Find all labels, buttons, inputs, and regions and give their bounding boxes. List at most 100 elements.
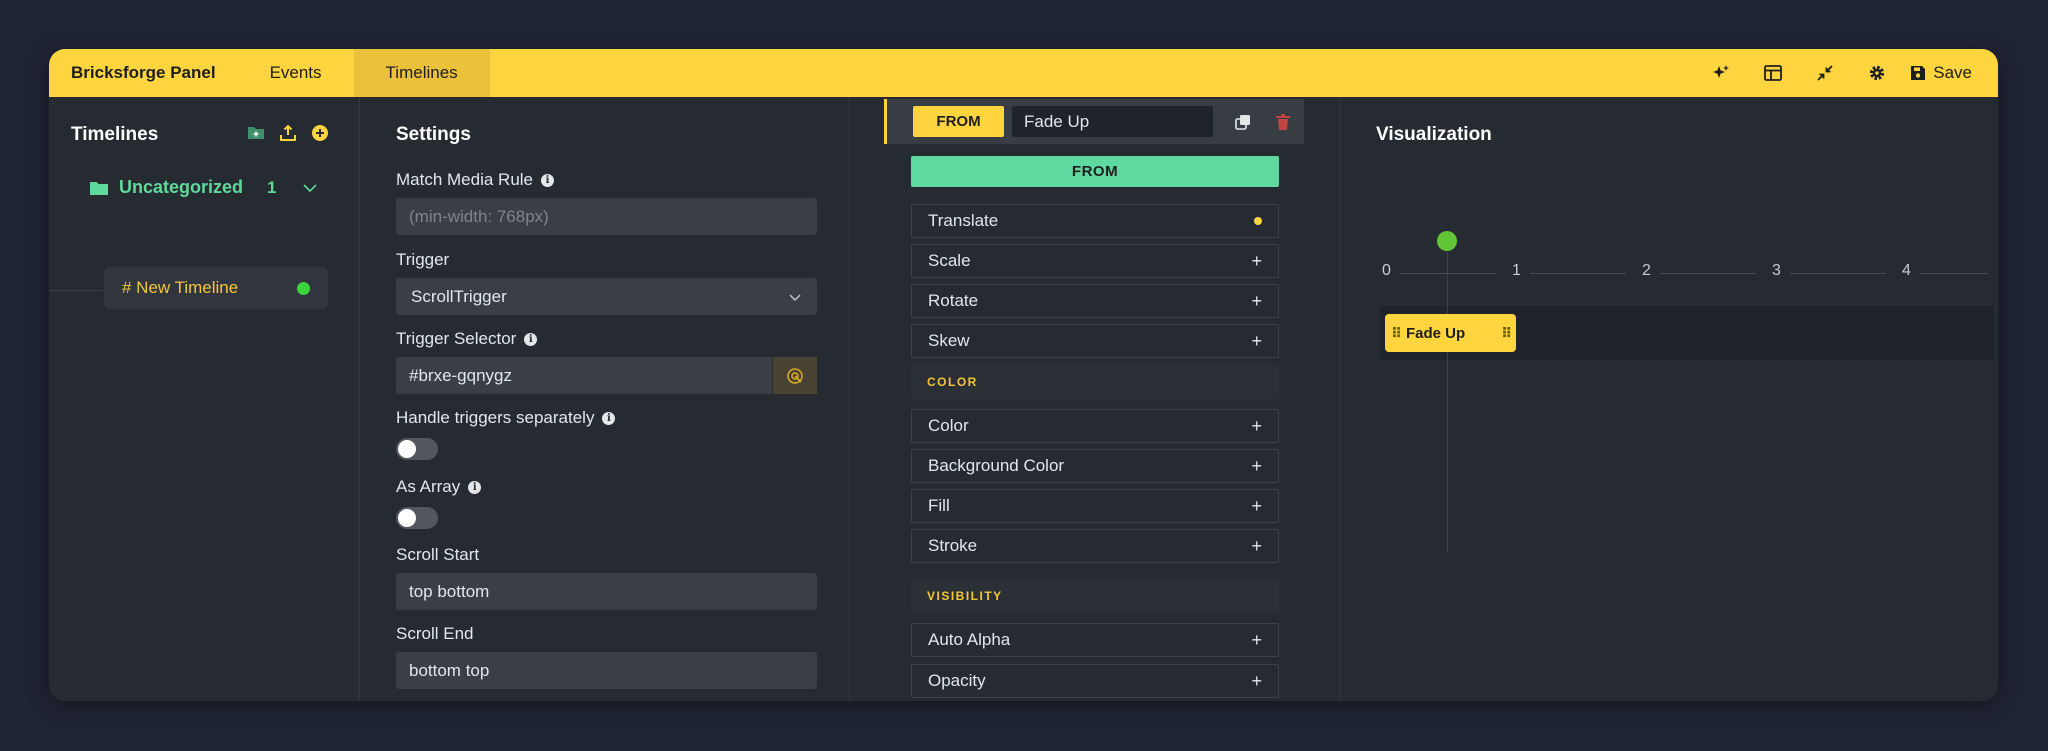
scroll-start-label: Scroll Start [396, 545, 479, 565]
tick-line [1660, 273, 1756, 274]
prop-opacity[interactable]: Opacity + [911, 664, 1279, 698]
prop-rotate[interactable]: Rotate + [911, 284, 1279, 318]
prop-auto-alpha[interactable]: Auto Alpha + [911, 623, 1279, 657]
prop-fill[interactable]: Fill + [911, 489, 1279, 523]
save-label: Save [1933, 63, 1972, 82]
timelines-title: Timelines [71, 124, 159, 145]
prop-color[interactable]: Color + [911, 409, 1279, 443]
prop-label: Rotate [928, 291, 979, 310]
bricksforge-panel: Bricksforge Panel Events Timelines Save … [49, 49, 1998, 701]
settings-title: Settings [396, 124, 471, 145]
animation-name-input[interactable]: Fade Up [1012, 106, 1213, 137]
info-icon[interactable]: i [541, 173, 555, 187]
export-icon[interactable] [279, 124, 297, 142]
brand-title: Bricksforge Panel [71, 63, 216, 82]
handle-triggers-text: Handle triggers separately [396, 408, 595, 427]
add-circle-icon[interactable] [311, 124, 329, 142]
trigger-selector-input[interactable]: #brxe-gqnygz [396, 357, 817, 394]
add-folder-icon[interactable] [247, 124, 265, 142]
visualization-column: Visualization 0 1 2 3 4 ⠿ Fade Up ⠿ [1340, 97, 1998, 701]
minimize-icon[interactable] [1799, 49, 1851, 97]
tick-line [1790, 273, 1886, 274]
plus-icon[interactable]: + [1251, 456, 1262, 477]
trigger-value: ScrollTrigger [411, 286, 507, 306]
match-media-rule-label: Match Media Rule i [396, 170, 555, 190]
prop-translate[interactable]: Translate [911, 204, 1279, 238]
timeline-name: # New Timeline [122, 278, 239, 297]
chevron-down-icon[interactable] [301, 179, 319, 197]
status-dot [297, 281, 310, 295]
settings-column: Settings Match Media Rule i (min-width: … [360, 97, 850, 701]
save-button[interactable]: Save [1903, 63, 1972, 83]
tab-timelines[interactable]: Timelines [353, 49, 490, 97]
prop-label: Fill [928, 496, 950, 515]
prop-label: Color [928, 416, 969, 435]
prop-label: Auto Alpha [928, 630, 1011, 649]
trigger-selector-text: Trigger Selector [396, 329, 517, 348]
prop-label: Skew [928, 331, 970, 350]
timeline-clip[interactable]: ⠿ Fade Up ⠿ [1385, 314, 1516, 352]
handle-triggers-toggle[interactable] [396, 438, 438, 460]
prop-label: Background Color [928, 456, 1065, 475]
from-strip: FROM [911, 156, 1279, 187]
plus-icon[interactable]: + [1251, 630, 1262, 651]
timelines-column: Timelines Uncategorized 1 # New Timeline [49, 97, 360, 701]
trash-icon[interactable] [1273, 112, 1293, 132]
top-bar-actions: Save [1695, 49, 1998, 97]
visibility-section-heading: VISIBILITY [911, 579, 1279, 613]
prop-skew[interactable]: Skew + [911, 324, 1279, 358]
plus-icon[interactable]: + [1251, 416, 1262, 437]
tick-label: 0 [1382, 262, 1391, 279]
playhead-handle[interactable] [1437, 231, 1457, 251]
clip-label: Fade Up [1405, 324, 1466, 342]
as-array-toggle[interactable] [396, 507, 438, 529]
properties-column: FROM Fade Up FROM Translate Scale + Rota… [850, 97, 1340, 701]
prop-label: Translate [928, 211, 999, 230]
plus-icon[interactable]: + [1251, 291, 1262, 312]
layout-icon[interactable] [1747, 49, 1799, 97]
plus-icon[interactable]: + [1251, 671, 1262, 692]
animation-header: FROM Fade Up [884, 99, 1304, 144]
drag-handle-icon[interactable]: ⠿ [1501, 325, 1512, 342]
folder-icon [90, 181, 108, 195]
info-icon[interactable]: i [468, 480, 482, 494]
tab-events[interactable]: Events [238, 49, 354, 97]
folder-count: 1 [267, 177, 277, 197]
from-badge[interactable]: FROM [913, 106, 1004, 137]
tick-label: 4 [1902, 262, 1911, 279]
trigger-selector-value: #brxe-gqnygz [409, 365, 513, 385]
match-media-rule-input[interactable]: (min-width: 768px) [396, 198, 817, 235]
prop-background-color[interactable]: Background Color + [911, 449, 1279, 483]
save-icon [1911, 66, 1926, 80]
info-icon[interactable]: i [602, 411, 616, 425]
drag-handle-icon[interactable]: ⠿ [1391, 325, 1402, 342]
handle-triggers-label: Handle triggers separately i [396, 408, 616, 428]
element-picker-button[interactable] [772, 357, 817, 394]
tick-label: 1 [1512, 262, 1521, 279]
sparkles-icon[interactable] [1695, 49, 1747, 97]
scroll-end-label: Scroll End [396, 624, 473, 644]
tick-label: 2 [1642, 262, 1651, 279]
scroll-start-text: Scroll Start [396, 545, 480, 564]
tick-label: 3 [1772, 262, 1781, 279]
prop-stroke[interactable]: Stroke + [911, 529, 1279, 563]
plus-icon[interactable]: + [1251, 251, 1262, 272]
plus-icon[interactable]: + [1251, 496, 1262, 517]
active-dot [1254, 217, 1262, 225]
info-icon[interactable]: i [524, 332, 538, 346]
timeline-item[interactable]: # New Timeline [104, 267, 328, 309]
visualization-title: Visualization [1376, 124, 1492, 145]
plus-icon[interactable]: + [1251, 331, 1262, 352]
trigger-select[interactable]: ScrollTrigger [396, 278, 817, 315]
target-picker-icon [787, 367, 803, 384]
plus-icon[interactable]: + [1251, 536, 1262, 557]
gear-icon[interactable] [1851, 49, 1903, 97]
prop-label: Opacity [928, 671, 986, 690]
scroll-start-input[interactable]: top bottom [396, 573, 817, 610]
folder-uncategorized[interactable]: Uncategorized 1 [89, 177, 319, 198]
prop-scale[interactable]: Scale + [911, 244, 1279, 278]
scroll-end-input[interactable]: bottom top [396, 652, 817, 689]
duplicate-icon[interactable] [1233, 112, 1253, 132]
playhead-line [1447, 252, 1448, 552]
top-bar: Bricksforge Panel Events Timelines Save [49, 49, 1998, 97]
